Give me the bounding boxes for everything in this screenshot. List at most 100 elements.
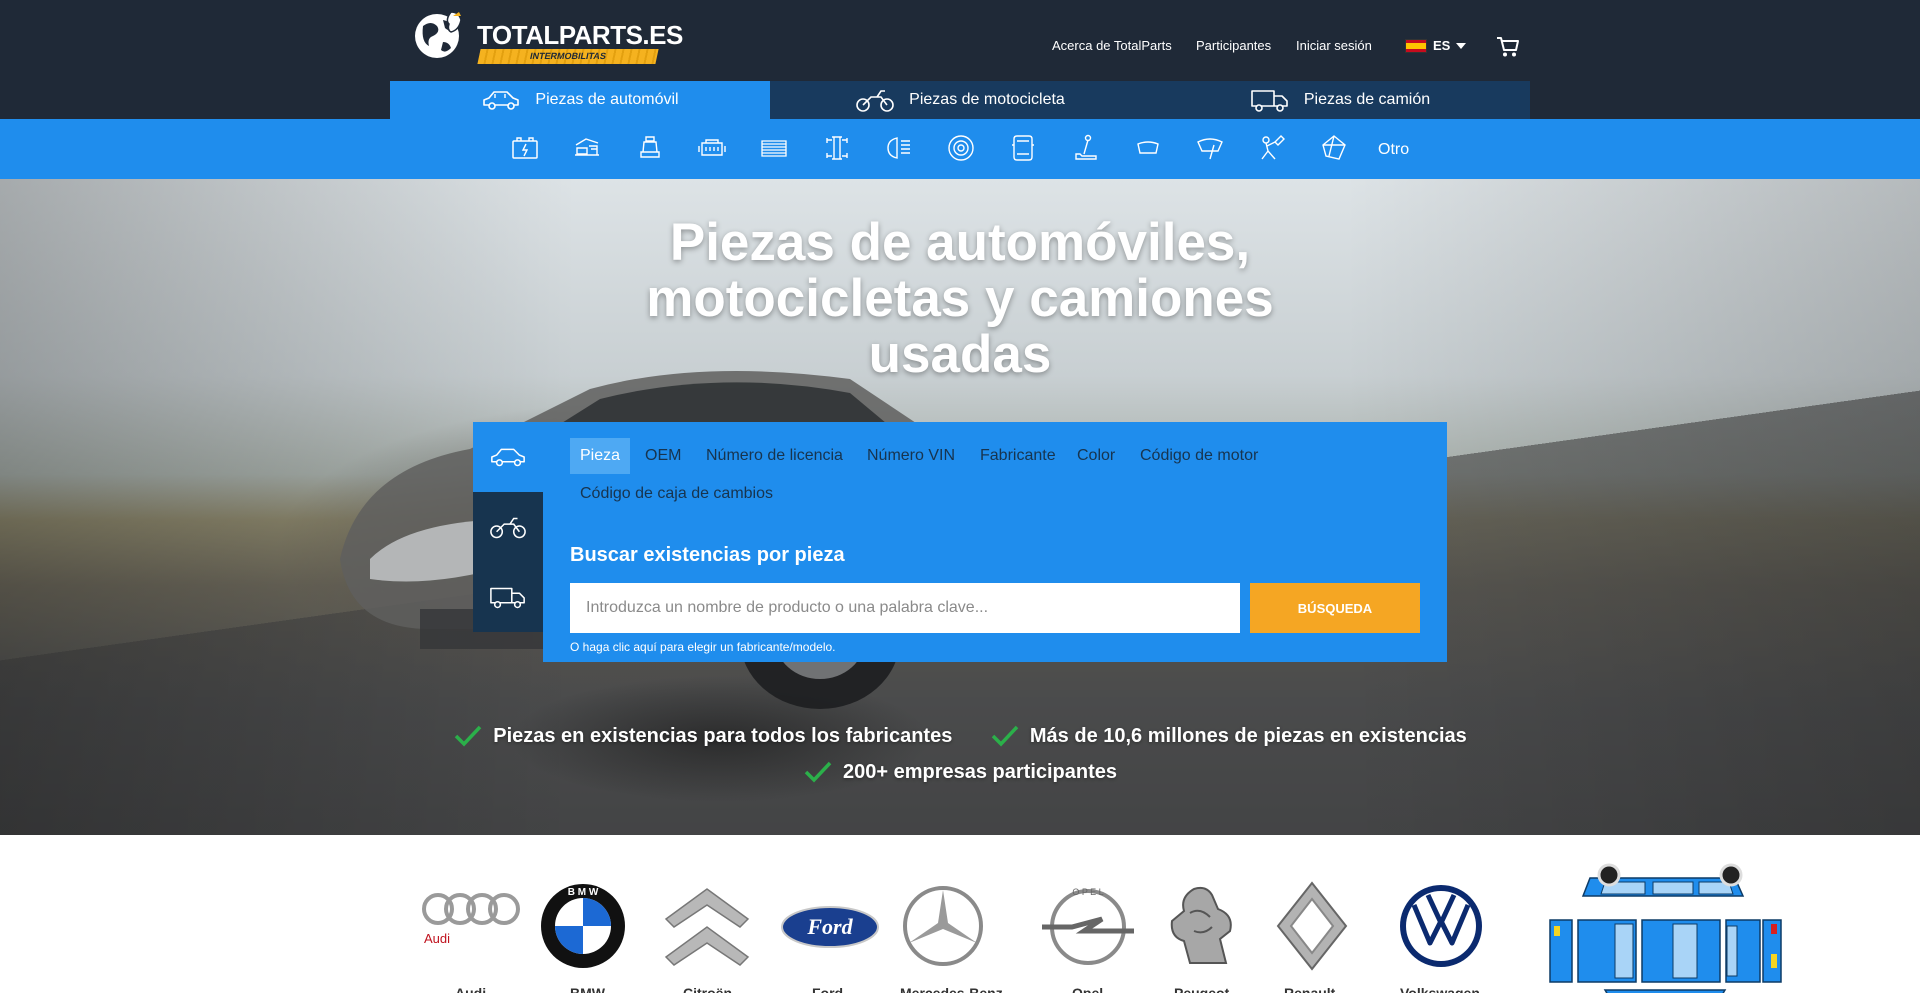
benefit-text: 200+ empresas participantes [842,760,1118,783]
brand-logos: Audi B M W Ford O P E L Audi BMW Citroën… [0,835,1920,993]
category-seat[interactable] [635,133,665,163]
category-chassis[interactable] [822,133,852,163]
language-code: ES [1433,38,1451,53]
nav-participants[interactable]: Participantes [1196,38,1271,53]
caret-down-icon [1456,42,1467,49]
tab-car-parts[interactable]: Piezas de automóvil [390,81,770,119]
audi-logo-icon: Audi [422,893,520,946]
brand-label-bmw: BMW [570,985,605,993]
benefits-list: Piezas en existencias para todos los fab… [0,718,1920,790]
search-vehicle-car[interactable] [473,422,543,492]
bmw-logo-icon: B M W [541,884,625,968]
checkmark-icon [804,761,832,783]
category-other[interactable]: Otro [1378,141,1409,159]
search-tab-engine-code[interactable]: Código de motor [1130,438,1268,474]
logo-subtitle: INTERMOBILITAS [477,49,659,64]
category-wipers[interactable] [1195,133,1225,163]
engine-icon [698,139,726,156]
door-icon [1012,135,1034,161]
renault-logo-icon [1276,881,1348,971]
motorcycle-icon [856,90,894,112]
category-battery[interactable] [510,133,540,163]
search-input[interactable] [570,583,1240,633]
brand-label-ford: Ford [812,985,844,993]
brand-opel[interactable]: O P E L [1036,883,1140,967]
tab-truck-parts-label: Piezas de camión [1303,91,1431,108]
brand-label-audi: Audi [455,985,487,993]
opel-logo-icon: O P E L [1042,887,1134,965]
svg-text:Ford: Ford [806,914,853,939]
category-engine-compartment[interactable] [572,133,602,163]
benefit-item: Piezas en existencias para todos los fab… [453,718,952,754]
search-tab-part[interactable]: Pieza [570,438,631,474]
category-engine[interactable] [697,133,727,163]
shopping-cart-icon[interactable] [1496,36,1520,58]
category-radiator[interactable] [759,133,789,163]
search-tab-vin[interactable]: Número VIN [857,438,965,474]
spain-flag-icon [1405,38,1427,53]
brand-peugeot[interactable] [1160,883,1244,969]
search-tab-manufacturer[interactable]: Fabricante [970,438,1066,474]
benefit-text: Piezas en existencias para todos los fab… [493,724,953,747]
brand-label-peugeot: Peugeot [1174,985,1230,993]
category-body[interactable] [1008,133,1038,163]
citroen-logo-icon [664,888,750,966]
globe-icon [415,11,462,58]
search-tab-color[interactable]: Color [1067,438,1125,474]
tab-truck-parts[interactable]: Piezas de camión [1150,81,1530,119]
category-transmission[interactable] [1070,133,1100,163]
svg-text:B M W: B M W [568,887,599,898]
brand-label-citroen: Citroën [683,985,732,993]
category-suspension[interactable] [1319,133,1349,163]
seat-icon [640,136,660,158]
category-tools[interactable] [1257,133,1287,163]
category-bar: Otro [0,119,1920,179]
svg-text:Audi: Audi [424,931,450,946]
repair-icon [1261,135,1285,160]
category-lighting[interactable] [884,133,914,163]
brand-bmw[interactable]: B M W [540,883,626,969]
radiator-icon [761,140,787,157]
checkmark-icon [991,725,1019,747]
benefit-text: Más de 10,6 millones de piezas en existe… [1029,724,1467,747]
search-vehicle-motorcycle[interactable] [473,492,543,562]
brand-citroen[interactable] [660,883,754,969]
category-brakes[interactable] [946,133,976,163]
suspension-icon [1322,135,1346,160]
benefit-item: 200+ empresas participantes [803,754,1117,790]
peugeot-logo-icon [1170,886,1232,964]
logo-text: TOTALPARTS.ES [477,20,683,50]
search-button[interactable]: BÚSQUEDA [1250,583,1420,633]
choose-manufacturer-link[interactable]: O haga clic aquí para elegir un fabrican… [570,640,836,654]
chassis-icon [826,136,848,160]
brand-renault[interactable] [1276,881,1348,971]
car-parts-diagram[interactable] [1545,860,1785,993]
tab-car-parts-label: Piezas de automóvil [535,91,679,108]
brand-label-renault: Renault [1284,985,1336,993]
headlight-icon [887,137,910,159]
category-windows[interactable] [1133,133,1163,163]
tab-motorcycle-parts[interactable]: Piezas de motocicleta [770,81,1150,119]
tab-motorcycle-parts-label: Piezas de motocicleta [909,91,1065,108]
brand-volkswagen[interactable] [1398,883,1484,969]
hero-title: Piezas de automóviles, motocicletas y ca… [646,213,1274,384]
gear-shift-icon [1075,134,1097,160]
site-logo[interactable]: TOTALPARTS.ES INTERMOBILITAS [413,6,683,64]
ford-logo-icon: Ford [781,906,879,948]
checkmark-icon [454,725,482,747]
search-tab-gearbox-code[interactable]: Código de caja de cambios [570,476,783,512]
volkswagen-logo-icon [1400,885,1482,967]
brake-disc-icon [948,135,974,161]
brand-audi[interactable]: Audi [420,885,522,951]
search-tab-license[interactable]: Número de licencia [696,438,853,474]
search-vehicle-truck[interactable] [473,562,543,632]
language-selector[interactable]: ES [1405,38,1467,53]
brand-label-volkswagen: Volkswagen [1400,985,1480,993]
search-tab-oem[interactable]: OEM [635,438,691,474]
brand-mercedes[interactable] [902,885,984,967]
nav-login[interactable]: Iniciar sesión [1296,38,1372,53]
nav-about[interactable]: Acerca de TotalParts [1052,38,1172,53]
search-vehicle-selector [473,422,543,632]
brand-ford[interactable]: Ford [780,905,880,949]
svg-text:O P E L: O P E L [1072,887,1103,897]
